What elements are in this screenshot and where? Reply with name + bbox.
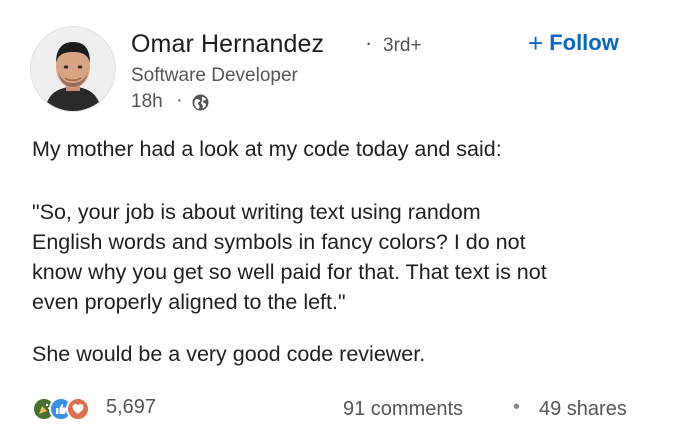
comments-count[interactable]: 91 comments	[343, 398, 463, 421]
author-avatar[interactable]	[30, 26, 116, 112]
author-name[interactable]: Omar Hernandez	[131, 30, 324, 59]
post-paragraph-1: My mother had a look at my code today an…	[32, 137, 502, 161]
globe-icon	[192, 94, 209, 111]
stats-separator: •	[513, 396, 521, 418]
author-headline: Software Developer	[131, 65, 298, 86]
shares-count[interactable]: 49 shares	[539, 398, 627, 421]
follow-label: Follow	[549, 30, 619, 55]
reaction-icons	[32, 396, 102, 422]
reactions-summary[interactable]: 5,697	[32, 396, 156, 422]
post-paragraph-3: She would be a very good code reviewer.	[32, 342, 426, 366]
author-photo	[31, 27, 115, 111]
time-separator: ·	[176, 89, 183, 111]
love-icon	[66, 397, 90, 421]
follow-button[interactable]: + Follow	[528, 30, 619, 56]
reaction-count: 5,697	[106, 396, 157, 418]
connection-degree: 3rd+	[383, 35, 422, 56]
connection-separator: ·	[365, 30, 373, 55]
post-time[interactable]: 18h	[131, 91, 163, 113]
plus-icon: +	[528, 28, 544, 58]
feed-post: Omar Hernandez · 3rd+ Software Developer…	[0, 0, 700, 446]
post-paragraph-2: "So, your job is about writing text usin…	[32, 200, 547, 314]
